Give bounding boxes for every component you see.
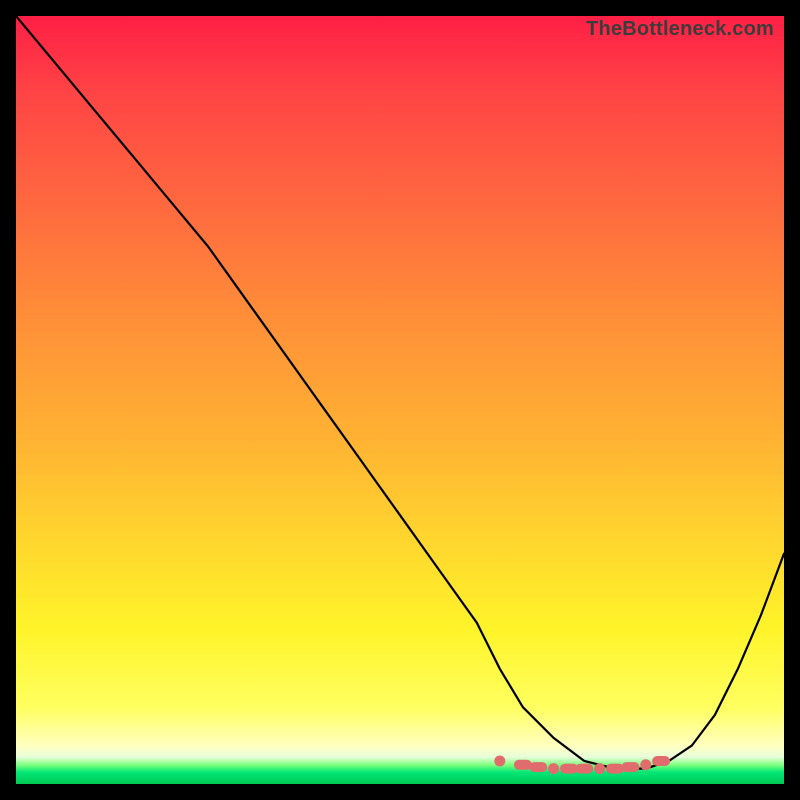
marker-dot xyxy=(548,763,559,774)
marker-pill xyxy=(652,756,670,766)
marker-dot xyxy=(494,756,505,767)
chart-frame: TheBottleneck.com xyxy=(16,16,784,784)
bottleneck-curve xyxy=(16,16,784,769)
chart-svg xyxy=(16,16,784,784)
marker-pill xyxy=(621,762,639,772)
marker-pill xyxy=(575,764,593,774)
marker-pill xyxy=(606,764,624,774)
marker-dot xyxy=(640,759,651,770)
marker-pill xyxy=(529,762,547,772)
marker-dot xyxy=(594,763,605,774)
marker-pill xyxy=(514,760,532,770)
